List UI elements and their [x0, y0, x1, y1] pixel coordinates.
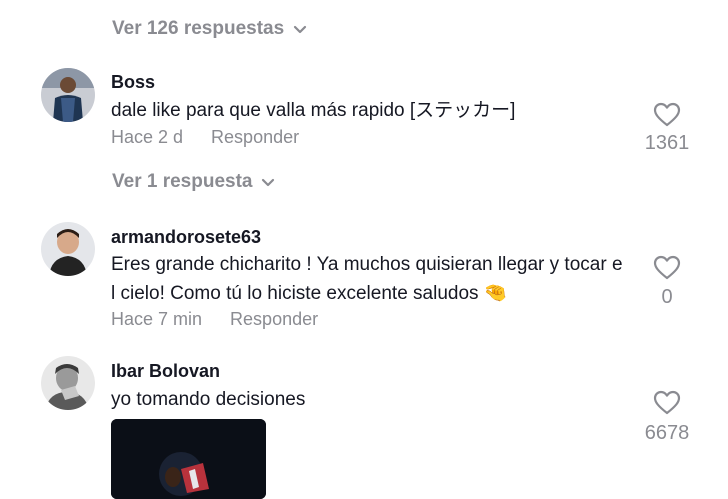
like-count: 6678 [644, 422, 690, 444]
reply-button[interactable]: Responder [211, 127, 299, 148]
comment-meta: Hace 2 d Responder [111, 127, 299, 148]
pinching-hand-emoji: 🤏 [483, 283, 508, 304]
comment-text: dale like para que valla más rapido [ステッ… [111, 100, 516, 121]
view-replies-label: Ver 1 respuesta [112, 171, 253, 192]
username[interactable]: Boss [111, 72, 155, 93]
username[interactable]: Ibar Bolovan [111, 361, 220, 382]
comment-media[interactable] [111, 419, 266, 499]
comment-text: yo tomando decisiones [111, 389, 306, 410]
like-count: 1361 [644, 132, 690, 154]
like-count: 0 [661, 286, 673, 308]
comment-time: Hace 2 d [111, 127, 184, 147]
avatar[interactable] [41, 222, 95, 276]
reply-button[interactable]: Responder [230, 309, 318, 330]
comment-time: Hace 7 min [111, 309, 203, 329]
avatar[interactable] [41, 356, 95, 410]
comment-text-line: l cielo! Como tú lo hiciste excelente sa… [111, 279, 507, 308]
heart-icon[interactable] [653, 390, 681, 416]
comment-meta: Hace 7 min Responder [111, 309, 318, 330]
avatar[interactable] [41, 68, 95, 122]
comment-item: Ibar Bolovan yo tomando decisiones 6678 [0, 352, 728, 499]
chevron-down-icon [262, 178, 275, 187]
comment-text-line2: l cielo! Como tú lo hiciste excelente sa… [111, 283, 479, 304]
heart-icon[interactable] [653, 255, 681, 281]
view-replies-label: Ver 126 respuestas [112, 18, 285, 39]
heart-icon[interactable] [653, 102, 681, 128]
comment-item: Boss dale like para que valla más rapido… [0, 62, 728, 162]
comment-text-line: Eres grande chicharito ! Ya muchos quisi… [111, 254, 623, 275]
username[interactable]: armandorosete63 [111, 227, 261, 248]
view-replies-button[interactable]: Ver 1 respuesta [112, 171, 276, 193]
comment-item: armandorosete63 Eres grande chicharito !… [0, 218, 728, 338]
chevron-down-icon [294, 25, 307, 34]
view-replies-button[interactable]: Ver 126 respuestas [112, 18, 308, 40]
